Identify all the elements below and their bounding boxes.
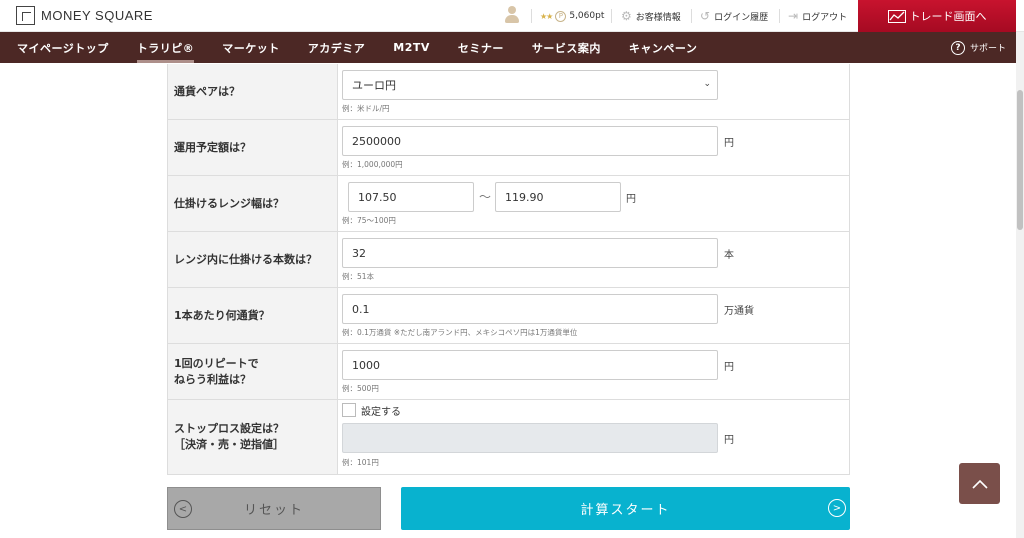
user-avatar-icon[interactable]	[504, 6, 520, 24]
points-display[interactable]: ★★ P 5,060pt	[540, 0, 604, 32]
logout-link[interactable]: ⇥ ログアウト	[788, 0, 847, 32]
logo-text: MONEY SQUARE	[41, 8, 153, 23]
nav-service-info[interactable]: サービス案内	[518, 32, 615, 63]
trap-count-label: レンジ内に仕掛ける本数は？	[168, 232, 338, 287]
stop-loss-label-line1: ストップロス設定は？	[174, 422, 284, 435]
stop-loss-label-line2: ［決済・売・逆指値］	[174, 438, 284, 451]
range-separator: 〜	[479, 190, 492, 204]
range-width-label: 仕掛けるレンジ幅は？	[168, 176, 338, 231]
trade-screen-label: トレード画面へ	[909, 10, 987, 23]
simulation-form: 通貨ペアは？ ユーロ円 ⌄ 例：米ドル/円 運用予定額は？ 2500000 円 …	[167, 64, 850, 475]
divider	[691, 9, 692, 23]
stop-loss-label: ストップロス設定は？ ［決済・売・逆指値］	[168, 400, 338, 474]
back-to-top-button[interactable]	[959, 463, 1000, 504]
currency-per-trap-hint: 例：0.1万通貨 ※ただし南アランド円、メキシコペソ円は1万通貨単位	[342, 328, 578, 337]
investment-amount-label: 運用予定額は？	[168, 120, 338, 175]
form-row-target-profit: 1回のリピートで ねらう利益は？ 1000 円 例：500円	[168, 344, 849, 400]
target-profit-label-line1: 1回のリピートで	[174, 356, 259, 370]
trap-count-unit: 本	[724, 250, 734, 261]
nav-academia[interactable]: アカデミア	[294, 32, 380, 63]
scrollbar-thumb[interactable]	[1017, 90, 1023, 230]
form-row-currency-pair: 通貨ペアは？ ユーロ円 ⌄ 例：米ドル/円	[168, 64, 849, 120]
range-width-unit: 円	[626, 194, 636, 205]
currency-per-trap-label: 1本あたり何通貨？	[168, 288, 338, 343]
nav-seminar[interactable]: セミナー	[444, 32, 518, 63]
page-scrollbar[interactable]	[1016, 32, 1024, 538]
arrow-left-icon: <	[174, 500, 192, 518]
nav-mypage-top[interactable]: マイページトップ	[0, 32, 123, 63]
currency-per-trap-input[interactable]: 0.1	[342, 294, 718, 324]
form-row-investment-amount: 運用予定額は？ 2500000 円 例：1,000,000円	[168, 120, 849, 176]
stop-loss-checkbox-label[interactable]: 設定する	[361, 403, 401, 418]
form-row-stop-loss: ストップロス設定は？ ［決済・売・逆指値］ 設定する 円 例：101円	[168, 400, 849, 474]
nav-trarepi[interactable]: トラリピ®	[123, 32, 209, 63]
target-profit-hint: 例：500円	[342, 384, 379, 393]
logout-label: ログアウト	[802, 12, 848, 23]
trade-screen-button[interactable]: トレード画面へ	[858, 0, 1016, 32]
nav-m2tv[interactable]: M2TV	[379, 32, 444, 63]
divider	[611, 9, 612, 23]
chart-icon	[887, 9, 906, 23]
chevron-down-icon: ⌄	[703, 79, 711, 89]
customer-info-link[interactable]: ⚙ お客様情報	[621, 0, 681, 32]
range-width-hint: 例：75〜100円	[342, 216, 396, 225]
trap-count-input[interactable]: 32	[342, 238, 718, 268]
logo-mark-icon	[16, 6, 35, 25]
main-nav: マイページトップ トラリピ® マーケット アカデミア M2TV セミナー サービ…	[0, 32, 1016, 63]
reset-button-label: リセット	[243, 503, 304, 518]
calculate-start-button[interactable]: 計算スタート >	[401, 487, 850, 530]
page: MONEY SQUARE ★★ P 5,060pt ⚙ お客様情報 ↺ ログイン…	[0, 0, 1024, 538]
gear-icon: ⚙	[621, 9, 632, 23]
point-coin-icon: P	[555, 10, 567, 22]
currency-pair-value: ユーロ円	[352, 79, 396, 92]
trap-count-hint: 例：51本	[342, 272, 375, 281]
target-profit-label-line2: ねらう利益は？	[174, 372, 251, 386]
top-header: MONEY SQUARE ★★ P 5,060pt ⚙ お客様情報 ↺ ログイン…	[0, 0, 1024, 32]
currency-per-trap-unit: 万通貨	[724, 306, 754, 317]
currency-pair-select[interactable]: ユーロ円 ⌄	[342, 70, 718, 100]
help-icon: ?	[950, 40, 965, 55]
login-history-link[interactable]: ↺ ログイン履歴	[700, 0, 768, 32]
stop-loss-input[interactable]	[342, 423, 718, 453]
target-profit-unit: 円	[724, 362, 734, 373]
stars-icon: ★★	[540, 11, 553, 21]
range-low-input[interactable]: 107.50	[348, 182, 474, 212]
money-square-logo[interactable]: MONEY SQUARE	[16, 6, 153, 25]
currency-pair-label: 通貨ペアは？	[168, 64, 338, 119]
logout-icon: ⇥	[788, 9, 799, 23]
reset-button[interactable]: < リセット	[167, 487, 381, 530]
calculate-start-label: 計算スタート	[580, 503, 671, 518]
investment-amount-unit: 円	[724, 138, 734, 149]
range-high-input[interactable]: 119.90	[495, 182, 621, 212]
support-link[interactable]: ? サポート	[950, 32, 1006, 63]
target-profit-label: 1回のリピートで ねらう利益は？	[168, 344, 338, 399]
form-row-trap-count: レンジ内に仕掛ける本数は？ 32 本 例：51本	[168, 232, 849, 288]
stop-loss-checkbox[interactable]	[342, 403, 356, 417]
stop-loss-hint: 例：101円	[342, 458, 379, 467]
nav-market[interactable]: マーケット	[208, 32, 294, 63]
arrow-right-icon: >	[828, 499, 846, 517]
chevron-up-icon	[971, 479, 988, 489]
investment-amount-hint: 例：1,000,000円	[342, 160, 403, 169]
divider	[531, 9, 532, 23]
history-icon: ↺	[700, 9, 711, 23]
investment-amount-input[interactable]: 2500000	[342, 126, 718, 156]
form-row-range-width: 仕掛けるレンジ幅は？ 107.50 〜 119.90 円 例：75〜100円	[168, 176, 849, 232]
login-history-label: ログイン履歴	[714, 12, 769, 23]
support-label: サポート	[969, 44, 1006, 54]
nav-campaign[interactable]: キャンペーン	[615, 32, 711, 63]
divider	[779, 9, 780, 23]
currency-pair-hint: 例：米ドル/円	[342, 104, 390, 113]
points-value: 5,060pt	[569, 11, 605, 21]
stop-loss-unit: 円	[724, 435, 734, 446]
form-row-currency-per-trap: 1本あたり何通貨？ 0.1 万通貨 例：0.1万通貨 ※ただし南アランド円、メキ…	[168, 288, 849, 344]
target-profit-input[interactable]: 1000	[342, 350, 718, 380]
customer-info-label: お客様情報	[635, 12, 681, 23]
